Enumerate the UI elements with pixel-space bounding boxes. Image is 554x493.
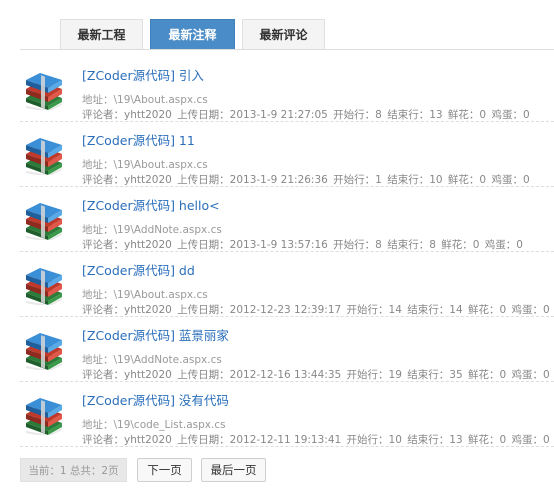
annotation-title-link[interactable]: [ZCoder源代码] dd bbox=[82, 260, 195, 279]
annotation-meta: 评论者：yhtt2020 上传日期：2013-1-9 13:57:16 开始行：… bbox=[82, 237, 525, 252]
annotation-title-link[interactable]: [ZCoder源代码] 11 bbox=[82, 130, 195, 149]
end-line: 结束行：13 bbox=[407, 434, 463, 446]
rar-archive-books-icon bbox=[26, 138, 62, 175]
file-address: 地址：\19\About.aspx.cs bbox=[82, 289, 208, 301]
rar-archive-books-icon bbox=[26, 268, 62, 305]
end-line: 结束行：10 bbox=[387, 174, 443, 186]
list-item: [ZCoder源代码] hello< 地址：\19\AddNote.aspx.c… bbox=[20, 187, 554, 252]
annotation-meta: 评论者：yhtt2020 上传日期：2012-12-16 13:44:35 开始… bbox=[82, 367, 552, 382]
start-line: 开始行：8 bbox=[333, 109, 382, 121]
file-address: 地址：\19\AddNote.aspx.cs bbox=[82, 354, 222, 366]
rar-archive-books-icon bbox=[26, 398, 62, 435]
flowers-count: 鲜花：0 bbox=[441, 239, 480, 251]
annotation-title-link[interactable]: [ZCoder源代码] hello< bbox=[82, 195, 220, 214]
rar-archive-books-icon bbox=[26, 333, 62, 370]
upload-date: 上传日期：2013-1-9 13:57:16 bbox=[177, 239, 328, 251]
annotation-meta: 评论者：yhtt2020 上传日期：2012-12-23 12:39:17 开始… bbox=[82, 302, 552, 317]
flowers-count: 鲜花：0 bbox=[447, 109, 487, 121]
start-line: 开始行：1 bbox=[333, 174, 382, 186]
flowers-count: 鲜花：0 bbox=[467, 434, 507, 446]
eggs-count: 鸡蛋：0 bbox=[491, 174, 530, 186]
annotation-title-link[interactable]: [ZCoder源代码] 蓝景丽家 bbox=[82, 325, 229, 344]
tab-latest-annotations[interactable]: 最新注释 bbox=[150, 19, 235, 49]
last-page-button[interactable]: 最后一页 bbox=[201, 458, 266, 482]
eggs-count: 鸡蛋：0 bbox=[484, 239, 523, 251]
start-line: 开始行：14 bbox=[346, 304, 402, 316]
commenter: 评论者：yhtt2020 bbox=[82, 434, 172, 446]
start-line: 开始行：8 bbox=[333, 239, 382, 251]
list-item: [ZCoder源代码] 引入 地址：\19\About.aspx.cs 评论者：… bbox=[20, 57, 554, 122]
list-item: [ZCoder源代码] 没有代码 地址：\19\code_List.aspx.c… bbox=[20, 382, 554, 447]
eggs-count: 鸡蛋：0 bbox=[491, 109, 530, 121]
rar-archive-books-icon bbox=[26, 73, 62, 110]
annotation-meta: 评论者：yhtt2020 上传日期：2013-1-9 21:27:05 开始行：… bbox=[82, 107, 532, 122]
upload-date: 上传日期：2012-12-16 13:44:35 bbox=[177, 369, 342, 381]
list-item: [ZCoder源代码] dd 地址：\19\About.aspx.cs 评论者：… bbox=[20, 252, 554, 317]
end-line: 结束行：13 bbox=[387, 109, 443, 121]
eggs-count: 鸡蛋：0 bbox=[511, 304, 550, 316]
flowers-count: 鲜花：0 bbox=[467, 369, 507, 381]
end-line: 结束行：8 bbox=[387, 239, 436, 251]
upload-date: 上传日期：2013-1-9 21:27:05 bbox=[177, 109, 328, 121]
eggs-count: 鸡蛋：0 bbox=[511, 369, 550, 381]
end-line: 结束行：14 bbox=[407, 304, 463, 316]
tab-latest-comments[interactable]: 最新评论 bbox=[242, 19, 325, 49]
page-info: 当前：1 总共：2页 bbox=[20, 458, 127, 482]
annotation-title-link[interactable]: [ZCoder源代码] 没有代码 bbox=[82, 390, 229, 409]
commenter: 评论者：yhtt2020 bbox=[82, 109, 172, 121]
eggs-count: 鸡蛋：0 bbox=[511, 434, 550, 446]
tab-divider bbox=[20, 49, 554, 50]
flowers-count: 鲜花：0 bbox=[447, 174, 487, 186]
commenter: 评论者：yhtt2020 bbox=[82, 174, 172, 186]
tab-latest-projects[interactable]: 最新工程 bbox=[60, 19, 143, 49]
commenter: 评论者：yhtt2020 bbox=[82, 239, 172, 251]
file-address: 地址：\19\About.aspx.cs bbox=[82, 159, 208, 171]
commenter: 评论者：yhtt2020 bbox=[82, 369, 172, 381]
commenter: 评论者：yhtt2020 bbox=[82, 304, 172, 316]
upload-date: 上传日期：2012-12-11 19:13:41 bbox=[177, 434, 342, 446]
annotation-list: [ZCoder源代码] 引入 地址：\19\About.aspx.cs 评论者：… bbox=[20, 57, 554, 447]
annotation-title-link[interactable]: [ZCoder源代码] 引入 bbox=[82, 65, 204, 84]
file-address: 地址：\19\AddNote.aspx.cs bbox=[82, 224, 222, 236]
upload-date: 上传日期：2012-12-23 12:39:17 bbox=[177, 304, 342, 316]
start-line: 开始行：10 bbox=[346, 434, 402, 446]
annotation-meta: 评论者：yhtt2020 上传日期：2012-12-11 19:13:41 开始… bbox=[82, 432, 552, 447]
upload-date: 上传日期：2013-1-9 21:26:36 bbox=[177, 174, 328, 186]
list-item: [ZCoder源代码] 蓝景丽家 地址：\19\AddNote.aspx.cs … bbox=[20, 317, 554, 382]
tab-bar: 最新工程 最新注释 最新评论 bbox=[0, 0, 554, 50]
list-item: [ZCoder源代码] 11 地址：\19\About.aspx.cs 评论者：… bbox=[20, 122, 554, 187]
end-line: 结束行：35 bbox=[407, 369, 463, 381]
rar-archive-books-icon bbox=[26, 203, 62, 240]
file-address: 地址：\19\About.aspx.cs bbox=[82, 94, 208, 106]
start-line: 开始行：19 bbox=[346, 369, 402, 381]
annotation-meta: 评论者：yhtt2020 上传日期：2013-1-9 21:26:36 开始行：… bbox=[82, 172, 532, 187]
file-address: 地址：\19\code_List.aspx.cs bbox=[82, 419, 226, 431]
flowers-count: 鲜花：0 bbox=[467, 304, 507, 316]
next-page-button[interactable]: 下一页 bbox=[137, 458, 192, 482]
